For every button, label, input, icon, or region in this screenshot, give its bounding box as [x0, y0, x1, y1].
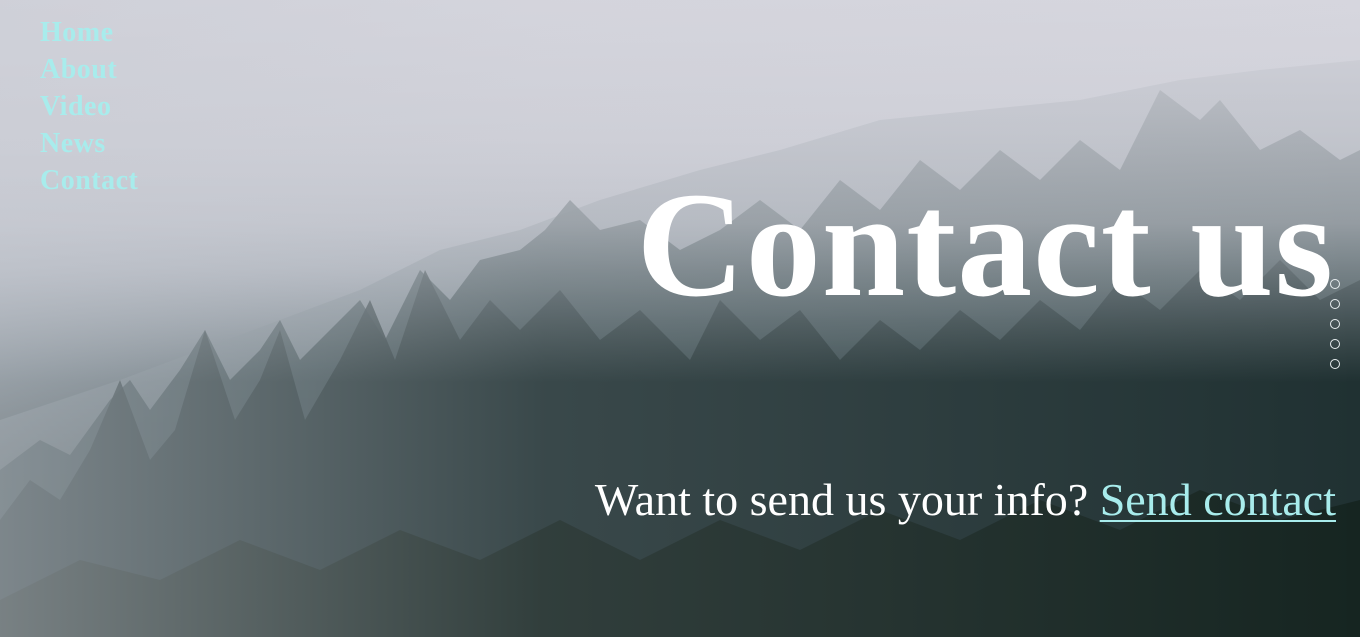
nav-link-home[interactable]: Home — [40, 14, 138, 51]
pagination-dot-1[interactable] — [1330, 279, 1340, 289]
page-title: Contact us — [636, 162, 1334, 328]
pagination-dot-3[interactable] — [1330, 319, 1340, 329]
nav-link-video[interactable]: Video — [40, 88, 138, 125]
nav-link-news[interactable]: News — [40, 125, 138, 162]
main-navigation: Home About Video News Contact — [40, 14, 138, 199]
send-contact-link[interactable]: Send contact — [1100, 474, 1336, 525]
pagination-dot-4[interactable] — [1330, 339, 1340, 349]
nav-link-about[interactable]: About — [40, 51, 138, 88]
pagination-dot-2[interactable] — [1330, 299, 1340, 309]
contact-prompt-text: Want to send us your info? — [594, 474, 1100, 525]
section-pagination — [1330, 279, 1340, 369]
contact-prompt: Want to send us your info? Send contact — [595, 472, 1336, 528]
nav-link-contact[interactable]: Contact — [40, 162, 138, 199]
pagination-dot-5[interactable] — [1330, 359, 1340, 369]
